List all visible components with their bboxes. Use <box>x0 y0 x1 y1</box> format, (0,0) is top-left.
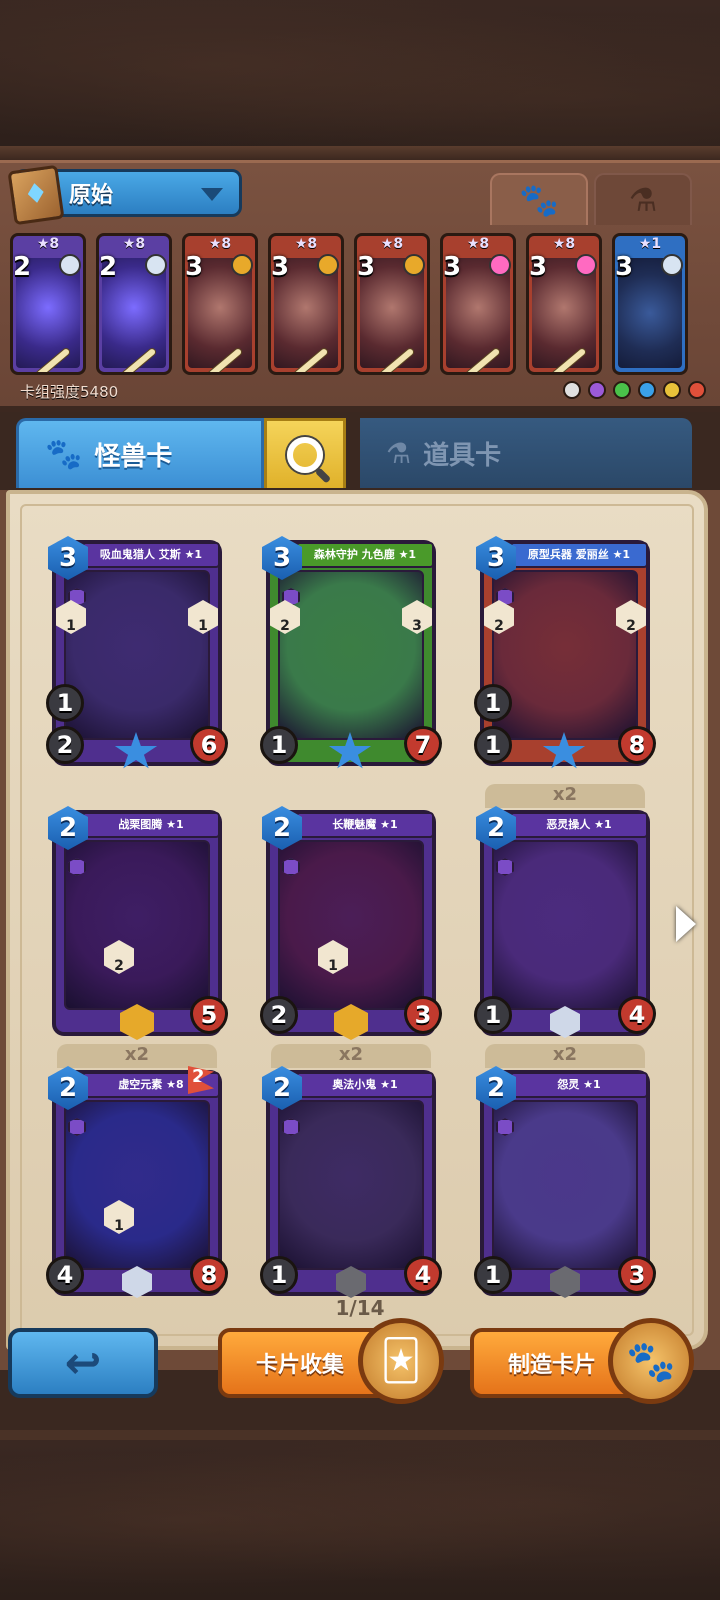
monster-card[interactable]: 怨灵 ★1 2 1 3 <box>474 1066 656 1298</box>
chevron-down-icon <box>201 188 223 201</box>
deck-card-cost: 3 <box>529 252 548 282</box>
card-name: 奥法小鬼 ★1 <box>296 1072 434 1098</box>
potion-icon: ⚗ <box>386 436 412 470</box>
top-decoration <box>0 0 720 160</box>
card-attack: 1 <box>260 726 298 764</box>
paw-icon: 🐾 <box>519 181 559 219</box>
deck-card[interactable]: ★8 2 <box>96 233 172 375</box>
deck-card[interactable]: ★8 2 <box>10 233 86 375</box>
card-attack: 2 <box>46 726 84 764</box>
card-copies-count: x2 <box>338 1044 364 1065</box>
rarity-gem-icon <box>661 254 683 276</box>
card-collection-label: 卡片收集 <box>256 1353 345 1378</box>
monster-card[interactable]: 战栗图腾 ★1 2 5 2 <box>48 806 228 1040</box>
deck-card[interactable]: ★8 3 <box>354 233 430 375</box>
rarity-gem-icon <box>145 254 167 276</box>
card-attack: 4 <box>46 1256 84 1294</box>
tab-monster-cards[interactable]: 🐾 怪兽卡 <box>16 418 264 488</box>
card-collection-icon[interactable]: 🃏 <box>358 1318 444 1404</box>
card-copies-count: x2 <box>552 784 578 805</box>
rarity-gem-icon <box>575 254 597 276</box>
faction-icon[interactable] <box>638 381 656 399</box>
deck-card[interactable]: ★8 3 <box>440 233 516 375</box>
card-name: 怨灵 ★1 <box>510 1072 648 1098</box>
deck-card[interactable]: ★8 3 <box>268 233 344 375</box>
back-arrow-icon: ↩ <box>64 1337 102 1389</box>
card-name: 长鞭魅魔 ★1 <box>296 812 434 838</box>
craft-card-label: 制造卡片 <box>508 1353 597 1378</box>
tab-item-deck[interactable]: ⚗ <box>594 173 692 225</box>
craft-card-icon[interactable]: 🐾 <box>608 1318 694 1404</box>
card-name: 吸血鬼猎人 艾斯 ★1 <box>82 542 220 568</box>
category-bar: 🐾 怪兽卡 ⚗ 道具卡 <box>0 412 720 490</box>
monster-card[interactable]: 虚空元素 ★8 2 4 8 1 2 <box>46 1066 228 1298</box>
back-button[interactable]: ↩ <box>8 1328 158 1398</box>
rarity-gem-icon <box>317 254 339 276</box>
deck-card-cost: 3 <box>443 252 462 282</box>
card-name: 森林守护 九色鹿 ★1 <box>296 542 434 568</box>
card-attack: 1 <box>260 1256 298 1294</box>
deck-name: 原始 <box>69 183 114 208</box>
rarity-gem-icon <box>231 254 253 276</box>
page-indicator: 1/14 <box>335 1296 385 1320</box>
deck-card-row: ★8 2 ★8 2 ★8 3 ★8 3 ★8 3 ★8 3 ★8 3 ★1 3 <box>10 233 710 379</box>
card-range: 1 <box>474 684 512 722</box>
faction-icons <box>563 381 706 399</box>
paw-icon: 🐾 <box>45 437 83 472</box>
monster-card[interactable]: 长鞭魅魔 ★1 2 2 3 1 <box>260 806 442 1040</box>
search-icon <box>287 436 323 473</box>
deck-selector[interactable]: 原始 <box>7 164 242 226</box>
rarity-gem-icon <box>59 254 81 276</box>
deck-card-cost: 3 <box>185 252 204 282</box>
card-name: 战栗图腾 ★1 <box>82 812 220 838</box>
deck-card[interactable]: ★8 3 <box>526 233 602 375</box>
deck-card-cost: 3 <box>357 252 376 282</box>
bottom-decoration <box>0 1430 720 1600</box>
faction-icon[interactable] <box>563 381 581 399</box>
deck-strength: 卡组强度5480 <box>20 383 119 401</box>
monster-card[interactable]: 原型兵器 爱丽丝 ★1 3 1 1 8 2 2 <box>474 536 656 769</box>
deck-book-icon <box>7 164 65 226</box>
faction-icon[interactable] <box>588 381 606 399</box>
faction-icon[interactable] <box>613 381 631 399</box>
card-name: 原型兵器 爱丽丝 ★1 <box>510 542 648 568</box>
tab-item-label: 道具卡 <box>423 440 502 471</box>
card-attack: 1 <box>474 726 512 764</box>
card-name: 恶灵操人 ★1 <box>510 812 648 838</box>
deck-card-cost: 3 <box>271 252 290 282</box>
card-attack: 2 <box>260 996 298 1034</box>
monster-card[interactable]: 森林守护 九色鹿 ★1 3 1 7 2 3 <box>260 536 442 769</box>
deck-card-cost: 2 <box>13 252 32 282</box>
monster-card[interactable]: 吸血鬼猎人 艾斯 ★1 3 1 2 6 1 1 <box>46 536 228 769</box>
tab-monster-label: 怪兽卡 <box>94 442 173 472</box>
tab-monster-deck[interactable]: 🐾 <box>490 173 588 225</box>
search-button[interactable] <box>264 418 346 488</box>
card-copies-count: x2 <box>552 1044 578 1065</box>
deck-card[interactable]: ★8 3 <box>182 233 258 375</box>
deck-card-cost: 3 <box>615 252 634 282</box>
card-range: 1 <box>46 684 84 722</box>
next-page-arrow[interactable] <box>676 906 696 942</box>
potion-icon: ⚗ <box>628 181 658 219</box>
rarity-gem-icon <box>403 254 425 276</box>
faction-icon[interactable] <box>663 381 681 399</box>
faction-icon[interactable] <box>688 381 706 399</box>
card-copies-count: x2 <box>124 1044 150 1065</box>
card-attack: 1 <box>474 996 512 1034</box>
deck-panel: 原始 🐾 ⚗ ★8 2 ★8 2 ★8 3 ★8 3 ★8 3 ★8 3 ★8 3 ★1 3 卡组强度5480 <box>0 160 720 412</box>
deck-card[interactable]: ★1 3 <box>612 233 688 375</box>
tab-item-cards[interactable]: ⚗ 道具卡 <box>360 418 692 488</box>
monster-card[interactable]: 奥法小鬼 ★1 2 1 4 <box>260 1066 442 1298</box>
deck-card-cost: 2 <box>99 252 118 282</box>
card-attack: 1 <box>474 1256 512 1294</box>
rarity-gem-icon <box>489 254 511 276</box>
monster-card[interactable]: 恶灵操人 ★1 2 1 4 <box>474 806 656 1038</box>
